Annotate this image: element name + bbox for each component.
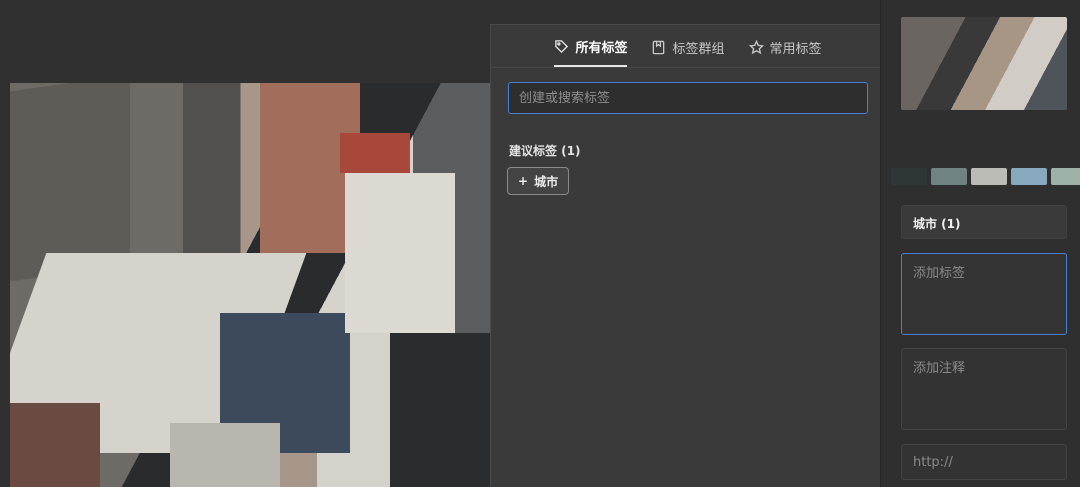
tab-favorite-tags[interactable]: 常用标签 — [748, 25, 822, 67]
color-swatch[interactable] — [1011, 168, 1047, 185]
tab-favorite-tags-label: 常用标签 — [769, 41, 822, 57]
tab-tag-groups[interactable]: 标签群组 — [651, 25, 725, 67]
suggested-tag-label: 城市 — [534, 174, 559, 189]
tag-search-input[interactable] — [508, 82, 868, 114]
rooftop-block — [10, 83, 130, 282]
suggested-tag-city[interactable]: + 城市 — [507, 167, 570, 195]
tag-popover: 所有标签 标签群组 常用标签 建议标签 (1) + 城市 — [490, 24, 886, 487]
tab-tag-groups-label: 标签群组 — [672, 41, 725, 57]
add-note-field[interactable] — [901, 348, 1067, 430]
tag-icon — [555, 39, 569, 53]
add-tag-field[interactable] — [901, 253, 1067, 335]
color-palette — [891, 168, 1080, 185]
red-roof — [340, 133, 410, 173]
tab-all-tags[interactable]: 所有标签 — [554, 25, 628, 67]
tower-building — [345, 173, 455, 333]
tag-search-wrap — [491, 68, 885, 114]
plus-icon: + — [518, 174, 529, 188]
color-swatch[interactable] — [971, 168, 1007, 185]
city-aerial-photo[interactable] — [10, 83, 490, 487]
color-swatch[interactable] — [931, 168, 967, 185]
color-swatch[interactable] — [1051, 168, 1080, 185]
suggested-tags-title: 建议标签 (1) — [509, 144, 581, 158]
tag-chip-city[interactable]: 城市 (1) — [901, 205, 1067, 239]
url-field[interactable] — [901, 444, 1067, 480]
image-thumbnail[interactable] — [901, 17, 1067, 110]
star-icon — [748, 39, 764, 54]
corner-roof — [10, 403, 100, 487]
tag-tabs: 所有标签 标签群组 常用标签 — [491, 25, 885, 68]
tab-all-tags-label: 所有标签 — [575, 40, 628, 56]
inspector-panel: 城市 (1) — [880, 0, 1080, 487]
bookmark-tag-icon — [653, 40, 665, 54]
color-swatch[interactable] — [891, 168, 927, 185]
lower-rooftop — [170, 423, 280, 487]
street-area — [390, 333, 490, 487]
